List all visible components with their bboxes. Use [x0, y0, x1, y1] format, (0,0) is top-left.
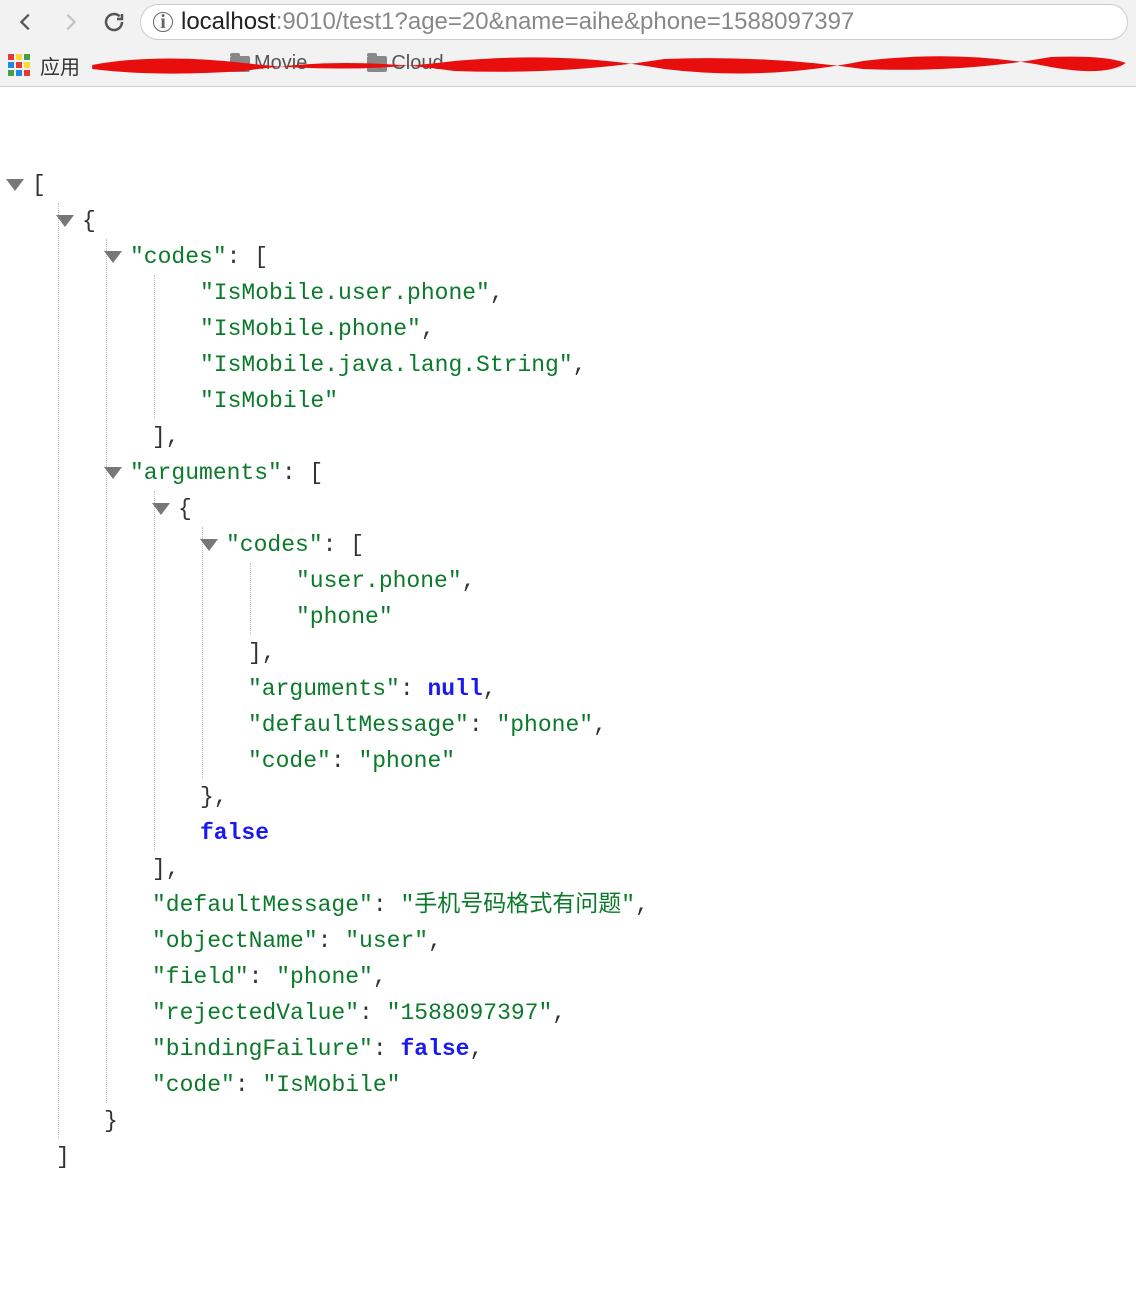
reload-button[interactable]: [96, 4, 132, 40]
json-line: "codes": [: [6, 527, 1136, 563]
browser-chrome: i localhost:9010/test1?age=20&name=aihe&…: [0, 0, 1136, 87]
json-line: {: [6, 491, 1136, 527]
json-line: "objectName": "user",: [6, 923, 1136, 959]
url-host: localhost: [181, 8, 276, 35]
json-line: ],: [6, 635, 1136, 671]
json-line: "bindingFailure": false,: [6, 1031, 1136, 1067]
disclosure-icon[interactable]: [104, 251, 122, 263]
disclosure-icon[interactable]: [152, 503, 170, 515]
forward-button[interactable]: [52, 4, 88, 40]
json-line: "field": "phone",: [6, 959, 1136, 995]
url-path: :9010/test1?age=20&name=aihe&phone=15880…: [276, 8, 855, 35]
json-line: "code": "phone": [6, 743, 1136, 779]
json-line: "IsMobile.phone",: [6, 311, 1136, 347]
redaction-stroke: [90, 51, 1128, 79]
json-line: "IsMobile.user.phone",: [6, 275, 1136, 311]
json-line: ],: [6, 419, 1136, 455]
apps-icon[interactable]: [8, 54, 30, 76]
json-line: ],: [6, 851, 1136, 887]
url-text: localhost:9010/test1?age=20&name=aihe&ph…: [181, 8, 854, 36]
address-bar[interactable]: i localhost:9010/test1?age=20&name=aihe&…: [140, 4, 1128, 40]
json-line: "user.phone",: [6, 563, 1136, 599]
json-line: {: [6, 203, 1136, 239]
json-viewer: [ { "codes": [ "IsMobile.user.phone", "I…: [0, 87, 1136, 1195]
json-line: "codes": [: [6, 239, 1136, 275]
json-line: "rejectedValue": "1588097397",: [6, 995, 1136, 1031]
site-info-icon[interactable]: i: [153, 12, 173, 32]
json-line: "IsMobile": [6, 383, 1136, 419]
json-line: "defaultMessage": "phone",: [6, 707, 1136, 743]
json-line: },: [6, 779, 1136, 815]
json-line: }: [6, 1103, 1136, 1139]
apps-label[interactable]: 应用: [40, 51, 80, 80]
json-line: false: [6, 815, 1136, 851]
json-line: "defaultMessage": "手机号码格式有问题",: [6, 887, 1136, 923]
json-line: "code": "IsMobile": [6, 1067, 1136, 1103]
disclosure-icon[interactable]: [56, 215, 74, 227]
json-line: "arguments": [: [6, 455, 1136, 491]
bookmarks-bar: 应用 Movie Cloud: [0, 44, 1136, 86]
json-line: [: [6, 167, 1136, 203]
json-line: ]: [6, 1139, 1136, 1175]
disclosure-icon[interactable]: [104, 467, 122, 479]
json-line: "IsMobile.java.lang.String",: [6, 347, 1136, 383]
disclosure-icon[interactable]: [6, 179, 24, 191]
json-line: "phone": [6, 599, 1136, 635]
json-line: "arguments": null,: [6, 671, 1136, 707]
back-button[interactable]: [8, 4, 44, 40]
nav-toolbar: i localhost:9010/test1?age=20&name=aihe&…: [0, 0, 1136, 44]
disclosure-icon[interactable]: [200, 539, 218, 551]
